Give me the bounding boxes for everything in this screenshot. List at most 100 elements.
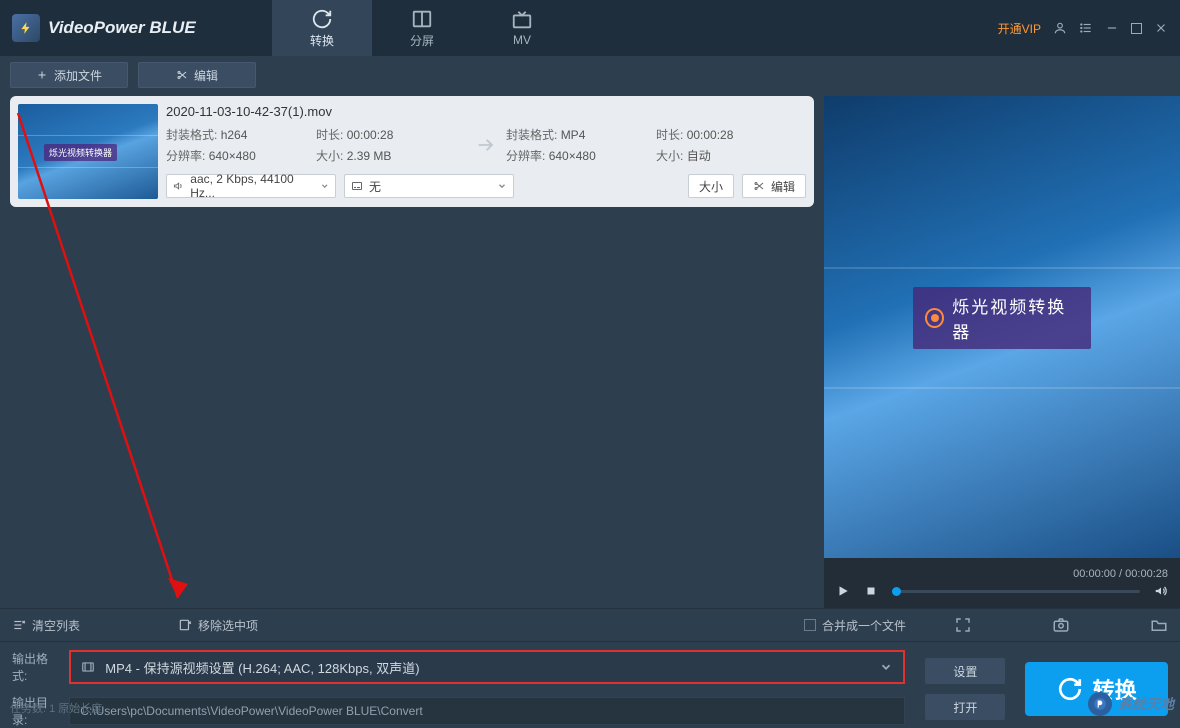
app-logo-icon [12,14,40,42]
file-card[interactable]: 烁光视频转换器 2020-11-03-10-42-37(1).mov 封装格式:… [10,96,814,207]
volume-icon[interactable] [1154,584,1168,598]
vip-link[interactable]: 开通VIP [998,20,1041,37]
src-container: h264 [221,128,248,142]
subtitle-dd-text: 无 [369,178,381,195]
output-dir-row: 输出目录: C:\Users\pc\Documents\VideoPower\V… [12,694,905,728]
preview-overlay-badge: 烁光视频转换器 [913,287,1091,349]
merge-checkbox[interactable]: 合并成一个文件 [804,617,906,634]
refresh-icon [311,8,333,30]
mid-bar: 清空列表 移除选中项 合并成一个文件 [0,608,1180,642]
remove-selected-button[interactable]: 移除选中项 [178,617,258,634]
fullscreen-icon[interactable] [954,616,972,634]
chevron-down-icon [320,181,329,191]
close-icon[interactable] [1154,21,1168,35]
dst-container: MP4 [561,128,586,142]
checkbox-icon [804,619,816,631]
clear-list-button[interactable]: 清空列表 [12,617,80,634]
watermark-icon [1088,692,1112,716]
clear-icon [12,618,26,632]
add-file-button[interactable]: 添加文件 [10,62,128,88]
audio-dropdown[interactable]: aac, 2 Kbps, 44100 Hz... [166,174,336,198]
src-res: 640×480 [209,149,256,163]
tab-split-label: 分屏 [410,32,434,49]
file-info: 2020-11-03-10-42-37(1).mov 封装格式: h264 时长… [166,104,806,199]
titlebar: VideoPower BLUE 转换 分屏 MV 开通VIP [0,0,1180,56]
time-current: 00:00:00 [1073,568,1116,580]
time-display: 00:00:00 / 00:00:28 [836,568,1168,580]
file-edit-button[interactable]: 编辑 [742,174,806,198]
camera-icon[interactable] [1052,616,1070,634]
thumb-badge: 烁光视频转换器 [44,144,117,161]
file-list-area: 烁光视频转换器 2020-11-03-10-42-37(1).mov 封装格式:… [0,96,824,608]
user-icon[interactable] [1053,21,1067,35]
chevron-down-icon [497,181,507,191]
src-size-label: 大小: [316,149,343,163]
video-format-icon [81,660,95,674]
output-format-select[interactable]: MP4 - 保持源视频设置 (H.264; AAC, 128Kbps, 双声道) [69,650,905,684]
add-file-label: 添加文件 [54,67,102,84]
main-tabs: 转换 分屏 MV [272,0,572,56]
maximize-icon[interactable] [1131,23,1142,34]
dst-size-label: 大小: [656,149,683,163]
preview-image[interactable]: 烁光视频转换器 [824,96,1180,558]
chevron-down-icon [879,660,893,674]
edit-label: 编辑 [194,67,218,84]
dst-container-label: 封装格式: [506,128,557,142]
play-icon[interactable] [836,584,850,598]
tab-split[interactable]: 分屏 [372,0,472,56]
preview-panel: 烁光视频转换器 00:00:00 / 00:00:28 [824,96,1180,608]
file-thumbnail[interactable]: 烁光视频转换器 [18,104,158,199]
dst-duration-label: 时长: [656,128,683,142]
plus-icon [36,69,48,81]
badge-orb-icon [925,308,944,328]
size-button[interactable]: 大小 [688,174,734,198]
tab-convert-label: 转换 [310,32,334,49]
settings-button[interactable]: 设置 [925,658,1005,684]
stop-icon[interactable] [864,584,878,598]
src-duration-label: 时长: [316,128,343,142]
side-buttons: 设置 打开 [925,658,1005,720]
list-icon[interactable] [1079,21,1093,35]
merge-label: 合并成一个文件 [822,617,906,634]
player-controls: 00:00:00 / 00:00:28 [824,558,1180,608]
file-name: 2020-11-03-10-42-37(1).mov [166,104,806,119]
spec-grid: 封装格式: h264 时长: 00:00:28 封装格式: MP4 时长: 00… [166,126,806,164]
bottom-area: 输出格式: MP4 - 保持源视频设置 (H.264; AAC, 128Kbps… [0,642,1180,728]
output-dir-value: C:\Users\pc\Documents\VideoPower\VideoPo… [80,704,422,718]
sound-icon [173,180,184,192]
arrow-icon [466,134,506,156]
tab-mv[interactable]: MV [472,0,572,56]
output-format-value: MP4 - 保持源视频设置 (H.264; AAC, 128Kbps, 双声道) [105,658,419,677]
minimize-icon[interactable] [1105,21,1119,35]
edit-button[interactable]: 编辑 [138,62,256,88]
folder-icon[interactable] [1150,616,1168,634]
file-bottom-controls: aac, 2 Kbps, 44100 Hz... 无 大小 编辑 [166,174,806,198]
tab-convert[interactable]: 转换 [272,0,372,56]
logo-area: VideoPower BLUE [12,14,272,42]
open-folder-button[interactable]: 打开 [925,694,1005,720]
remove-icon [178,618,192,632]
watermark: 系统天地 [1088,692,1174,716]
toolbar: 添加文件 编辑 [0,56,1180,88]
tab-mv-label: MV [513,33,531,47]
remove-selected-label: 移除选中项 [198,617,258,634]
src-res-label: 分辨率: [166,149,205,163]
src-duration: 00:00:28 [347,128,394,142]
clear-list-label: 清空列表 [32,617,80,634]
output-format-label: 输出格式: [12,650,61,684]
dst-res: 640×480 [549,149,596,163]
output-format-row: 输出格式: MP4 - 保持源视频设置 (H.264; AAC, 128Kbps… [12,650,905,684]
dst-duration: 00:00:28 [687,128,734,142]
src-container-label: 封装格式: [166,128,217,142]
subtitle-dropdown[interactable]: 无 [344,174,514,198]
scissors-icon [176,69,188,81]
src-size: 2.39 MB [347,149,392,163]
refresh-icon [1057,676,1083,702]
subtitle-icon [351,180,363,192]
output-dir-input[interactable]: C:\Users\pc\Documents\VideoPower\VideoPo… [69,697,905,725]
dst-res-label: 分辨率: [506,149,545,163]
seek-bar[interactable] [892,590,1140,593]
window-controls: 开通VIP [998,20,1180,37]
preview-tools [954,616,1168,634]
main-row: 烁光视频转换器 2020-11-03-10-42-37(1).mov 封装格式:… [0,96,1180,608]
